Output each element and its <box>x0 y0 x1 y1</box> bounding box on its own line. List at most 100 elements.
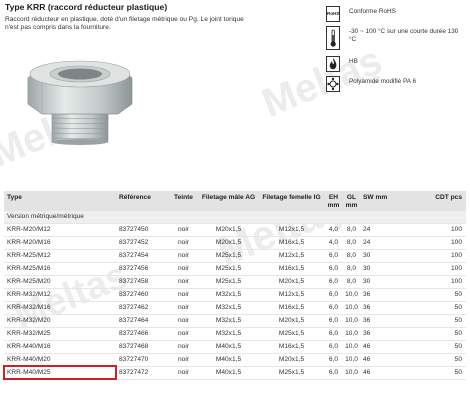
cell-teinte: noir <box>168 314 198 328</box>
cell-eh: 6,0 <box>324 340 342 354</box>
cell-gl: 10,0 <box>342 366 360 380</box>
cell-teinte: noir <box>168 236 198 250</box>
col-header-ag: Filetage mâle AG <box>201 194 256 201</box>
cell-teinte: noir <box>168 301 198 315</box>
col-header-ref: Référence <box>119 194 151 201</box>
cell-gl: 10,0 <box>342 288 360 302</box>
cell-ig: M12x1,5 <box>258 249 324 263</box>
cell-ref: 83727466 <box>116 327 168 341</box>
col-header-eh: EH mm <box>327 194 340 209</box>
cell-type: KRR-M32/M12 <box>4 288 116 302</box>
cell-teinte: noir <box>168 340 198 354</box>
cell-ag: M32x1,5 <box>198 288 258 302</box>
cell-sw: 46 <box>360 366 420 380</box>
table-row[interactable]: KRR-M20/M16 83727452 noir M20x1,5 M16x1,5 4,0… <box>4 236 466 250</box>
cell-ig: M12x1,5 <box>258 223 324 237</box>
table-row[interactable]: KRR-M32/M16 83727462 noir M32x1,5 M16x1,5 6,0… <box>4 301 466 315</box>
table-row[interactable]: KRR-M32/M12 83727460 noir M32x1,5 M12x1,5 6,0… <box>4 288 466 302</box>
cell-ag: M32x1,5 <box>198 301 258 315</box>
property-flammability: HB <box>326 56 466 72</box>
polyamide-icon <box>326 76 340 92</box>
cell-sw: 30 <box>360 275 420 289</box>
table-row[interactable]: KRR-M32/M25 83727466 noir M32x1,5 M25x1,5 6,0… <box>4 327 466 341</box>
cell-type: KRR-M20/M16 <box>4 236 116 250</box>
table-row[interactable]: KRR-M40/M25 83727472 noir M40x1,5 M25x1,5 6,0… <box>3 365 466 381</box>
cell-eh: 6,0 <box>324 314 342 328</box>
cell-gl: 8,0 <box>342 249 360 263</box>
product-description: Raccord réducteur en plastique, doté d'u… <box>5 16 244 31</box>
cell-gl: 8,0 <box>342 262 360 276</box>
cell-sw: 36 <box>360 288 420 302</box>
rohs-icon: RoHS <box>326 6 340 22</box>
cell-gl: 10,0 <box>342 340 360 354</box>
table-row[interactable]: KRR-M40/M20 83727470 noir M40x1,5 M20x1,5 6,0… <box>4 353 466 367</box>
table-header-row: Type Référence Teinte Filetage mâle AG F… <box>4 191 466 212</box>
cell-gl: 10,0 <box>342 327 360 341</box>
cell-ref: 83727464 <box>116 314 168 328</box>
cell-teinte: noir <box>168 288 198 302</box>
cell-type: KRR-M32/M20 <box>4 314 116 328</box>
cell-ag: M40x1,5 <box>198 340 258 354</box>
cell-eh: 4,0 <box>324 223 342 237</box>
property-text: HB <box>349 58 358 65</box>
cell-cdt: 50 <box>420 353 466 367</box>
cell-teinte: noir <box>168 262 198 276</box>
col-header-sw: SW mm <box>363 194 388 201</box>
cell-eh: 6,0 <box>324 366 342 380</box>
cell-eh: 6,0 <box>324 249 342 263</box>
col-header-gl: GL mm <box>345 194 358 209</box>
cell-teinte: noir <box>168 249 198 263</box>
cell-cdt: 50 <box>420 340 466 354</box>
flame-icon <box>326 56 340 72</box>
cell-teinte: noir <box>168 353 198 367</box>
col-header-ig: Filetage femelle IG <box>262 194 321 201</box>
cell-ag: M25x1,5 <box>198 275 258 289</box>
cell-eh: 6,0 <box>324 353 342 367</box>
cell-ref: 83727472 <box>116 366 168 380</box>
cell-ag: M32x1,5 <box>198 327 258 341</box>
col-header-cdt: CDT pcs <box>435 194 462 201</box>
cell-cdt: 50 <box>420 366 466 380</box>
cell-type: KRR-M25/M12 <box>4 249 116 263</box>
cell-ref: 83727458 <box>116 275 168 289</box>
cell-sw: 36 <box>360 314 420 328</box>
cell-sw: 36 <box>360 301 420 315</box>
cell-ref: 83727450 <box>116 223 168 237</box>
cell-ig: M20x1,5 <box>258 275 324 289</box>
cell-gl: 10,0 <box>342 353 360 367</box>
property-text: Polyamide modifié PA 6 <box>349 78 417 85</box>
table-row[interactable]: KRR-M25/M16 83727456 noir M25x1,5 M16x1,5 6,0… <box>4 262 466 276</box>
cell-eh: 6,0 <box>324 327 342 341</box>
table-row[interactable]: KRR-M25/M12 83727454 noir M25x1,5 M12x1,5 6,0… <box>4 249 466 263</box>
cell-sw: 24 <box>360 223 420 237</box>
table-row[interactable]: KRR-M20/M12 83727450 noir M20x1,5 M12x1,5 4,0… <box>4 223 466 237</box>
property-rohs: RoHS Conforme RoHS <box>326 6 466 22</box>
cell-cdt: 50 <box>420 301 466 315</box>
table-row[interactable]: KRR-M40/M16 83727468 noir M40x1,5 M16x1,5 6,0… <box>4 340 466 354</box>
table-row[interactable]: KRR-M25/M20 83727458 noir M25x1,5 M20x1,5 6,0… <box>4 275 466 289</box>
cell-cdt: 100 <box>420 223 466 237</box>
cell-ag: M32x1,5 <box>198 314 258 328</box>
cell-ig: M16x1,5 <box>258 262 324 276</box>
product-header: Type KRR (raccord réducteur plastique) R… <box>0 0 470 186</box>
cell-teinte: noir <box>168 366 198 380</box>
group-label: Version métrique/métrique <box>4 211 466 224</box>
col-header-teinte: Teinte <box>174 194 193 201</box>
cell-type: KRR-M20/M12 <box>4 223 116 237</box>
cell-cdt: 100 <box>420 275 466 289</box>
cell-cdt: 100 <box>420 236 466 250</box>
cell-sw: 24 <box>360 236 420 250</box>
table-row[interactable]: KRR-M32/M20 83727464 noir M32x1,5 M20x1,5 6,0… <box>4 314 466 328</box>
cell-eh: 4,0 <box>324 236 342 250</box>
cell-ag: M40x1,5 <box>198 366 258 380</box>
cell-ag: M40x1,5 <box>198 353 258 367</box>
cell-cdt: 50 <box>420 288 466 302</box>
cell-gl: 8,0 <box>342 223 360 237</box>
cell-teinte: noir <box>168 275 198 289</box>
cell-gl: 10,0 <box>342 314 360 328</box>
cell-ig: M20x1,5 <box>258 353 324 367</box>
cell-ig: M16x1,5 <box>258 340 324 354</box>
product-table: Type Référence Teinte Filetage mâle AG F… <box>3 191 466 381</box>
product-title: Type KRR (raccord réducteur plastique) <box>5 2 168 12</box>
cell-ref: 83727462 <box>116 301 168 315</box>
